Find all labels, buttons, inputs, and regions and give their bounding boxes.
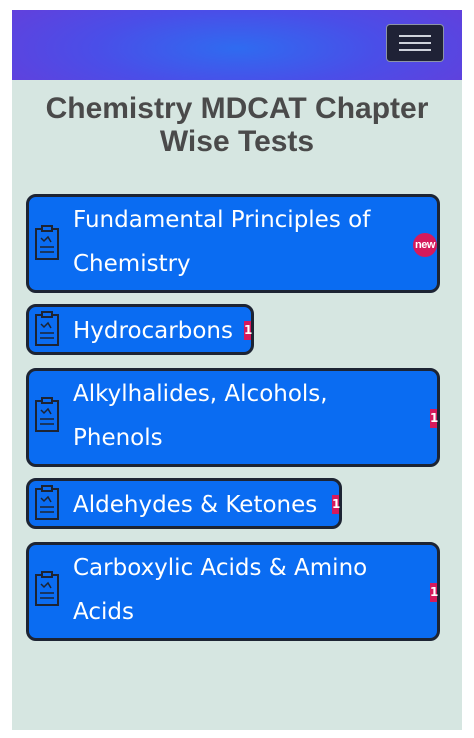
document-icon — [35, 397, 59, 432]
app-frame: Chemistry MDCAT Chapter Wise Tests Funda… — [12, 10, 462, 730]
chapter-label: Alkylhalides, Alcohols, Phenols — [73, 381, 328, 451]
chapter-label: Hydrocarbons — [73, 318, 233, 344]
chapter-button-alkylhalides-alcohols-phenols[interactable]: Alkylhalides, Alcohols, Phenols 1 — [26, 368, 440, 467]
count-badge: 1 — [244, 321, 252, 340]
top-navbar — [12, 10, 462, 80]
hamburger-menu-button[interactable] — [386, 24, 444, 62]
document-icon — [35, 485, 59, 520]
document-icon — [35, 225, 59, 260]
new-badge: new — [413, 233, 437, 257]
chapter-button-carboxylic-acids-amino-acids[interactable]: Carboxylic Acids & Amino Acids 1 — [26, 542, 440, 641]
hamburger-line — [399, 35, 431, 37]
count-badge: 1 — [430, 583, 438, 602]
chapter-button-fundamental-principles[interactable]: Fundamental Principles of Chemistry new — [26, 194, 440, 293]
count-badge: 1 — [430, 409, 438, 428]
page-title: Chemistry MDCAT Chapter Wise Tests — [45, 92, 429, 158]
count-badge: 1 — [332, 495, 340, 514]
hamburger-line — [399, 42, 431, 44]
chapter-label: Fundamental Principles of Chemistry — [73, 207, 371, 277]
chapter-label: Carboxylic Acids & Amino Acids — [73, 555, 368, 625]
chapter-label: Aldehydes & Ketones — [73, 492, 318, 518]
hamburger-line — [399, 49, 431, 51]
chapter-button-aldehydes-ketones[interactable]: Aldehydes & Ketones 1 — [26, 478, 342, 529]
document-icon — [35, 571, 59, 606]
chapter-button-hydrocarbons[interactable]: Hydrocarbons 1 — [26, 304, 254, 355]
document-icon — [35, 311, 59, 346]
